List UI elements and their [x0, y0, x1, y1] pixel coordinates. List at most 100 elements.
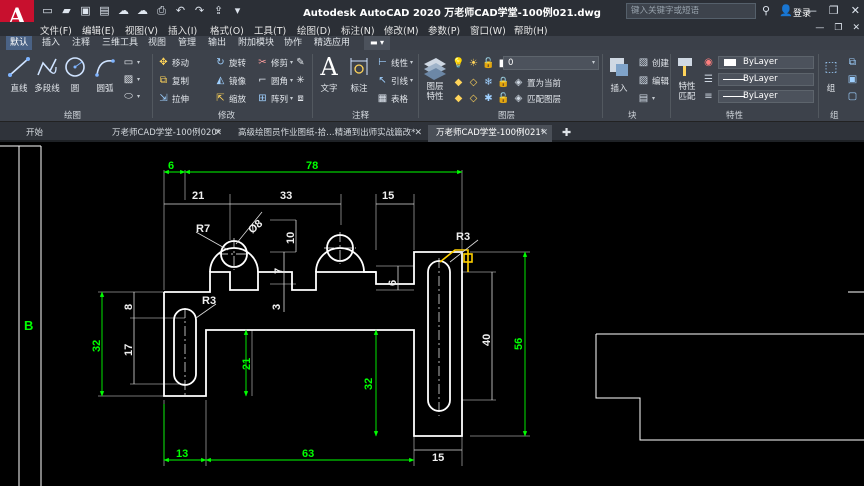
menu-view[interactable]: 视图(V) [125, 23, 158, 37]
table-button[interactable]: ▦ 表格 [376, 91, 408, 106]
tab-addons[interactable]: 附加模块 [234, 36, 278, 50]
redo-icon[interactable]: ↷ [192, 3, 207, 18]
polyline-button[interactable]: 多段线 [32, 54, 62, 94]
menu-insert[interactable]: 插入(I) [168, 23, 197, 37]
doc-close-icon[interactable]: ✕ [852, 23, 860, 33]
dim-32-left: 32 [91, 340, 103, 352]
tab-view[interactable]: 视图 [144, 36, 170, 50]
menu-edit[interactable]: 编辑(E) [82, 23, 114, 37]
linetype-dropdown[interactable]: ByLayer [718, 90, 814, 103]
arc-button[interactable]: 圆弧 [90, 54, 120, 94]
minimize-icon[interactable]: — [806, 4, 817, 17]
menu-dimension[interactable]: 标注(N) [341, 23, 375, 37]
layer-properties-button[interactable]: 图层 特性 [420, 54, 450, 102]
lineweight-icon[interactable]: ☰ [702, 73, 715, 86]
ellipse-tool[interactable]: ⬭ ▾ [122, 89, 140, 104]
doc-tab-021[interactable]: 万老师CAD学堂-100例021* ✕ [428, 125, 552, 142]
stretch-button[interactable]: ⇲ 拉伸 [157, 91, 189, 106]
print-icon[interactable]: ⎙ [154, 3, 169, 18]
tab-default[interactable]: 默认 [6, 36, 33, 50]
copy-button[interactable]: ⧉ 复制 [157, 73, 189, 88]
group-edit-icon[interactable]: ▣ [846, 73, 859, 86]
save-as-icon[interactable]: ▤ [97, 3, 112, 18]
close-icon[interactable]: ✕ [851, 4, 860, 17]
open-folder-icon[interactable]: ▰ [59, 3, 74, 18]
array-button[interactable]: ⊞ 阵列 ▾ [256, 91, 293, 106]
tab-insert[interactable]: 插入 [38, 36, 64, 50]
save-icon[interactable]: ▣ [78, 3, 93, 18]
layer-state-icons[interactable]: 💡 ☀ 🔓 ■ [452, 56, 510, 71]
menu-format[interactable]: 格式(O) [210, 23, 244, 37]
close-tab-icon[interactable]: ✕ [540, 125, 548, 141]
move-button[interactable]: ✥ 移动 [157, 55, 189, 70]
block-group-label: 块 [628, 111, 637, 121]
ribbon-options-icon[interactable]: ▬ ▾ [364, 36, 390, 50]
tab-annotate[interactable]: 注释 [68, 36, 94, 50]
dimension-button[interactable]: 标注 [344, 54, 374, 94]
tab-collaborate[interactable]: 协作 [280, 36, 306, 50]
undo-icon[interactable]: ↶ [173, 3, 188, 18]
menu-modify[interactable]: 修改(M) [384, 23, 419, 37]
rotate-button[interactable]: ↻ 旋转 [214, 55, 246, 70]
color-wheel-icon[interactable]: ◉ [702, 56, 715, 69]
group-select-icon[interactable]: ▢ [846, 90, 859, 103]
doc-minimize-icon[interactable]: — [815, 23, 824, 33]
linear-dim-button[interactable]: ⊢ 线性 ▾ [376, 55, 413, 70]
lineweight-dropdown[interactable]: ByLayer [718, 73, 814, 86]
doc-tab-homework[interactable]: 高级绘图员作业图纸-拾…精通到出师实战篇改* ✕ [230, 125, 426, 142]
new-tab-icon[interactable]: ✚ [562, 126, 571, 139]
drawing-canvas[interactable]: B 6 78 13 63 32 21 32 56 21 33 15 R7 Ø8 … [0, 142, 864, 486]
mirror-button[interactable]: ◭ 镜像 [214, 73, 246, 88]
restore-icon[interactable]: ❐ [829, 4, 839, 17]
model-space[interactable]: B 6 78 13 63 32 21 32 56 21 33 15 R7 Ø8 … [0, 142, 864, 486]
menu-draw[interactable]: 绘图(D) [297, 23, 331, 37]
match-properties-button[interactable]: 特性 匹配 [672, 54, 702, 102]
edit-block-button[interactable]: ▨ 编辑 [637, 73, 669, 88]
offset-tool[interactable]: ⧈ [294, 91, 307, 106]
scale-button[interactable]: ⇱ 缩放 [214, 91, 246, 106]
line-button[interactable]: 直线 [4, 54, 34, 94]
trim-button[interactable]: ✂ 修剪 ▾ [256, 55, 293, 70]
create-block-button[interactable]: ▧ 创建 [637, 55, 669, 70]
color-dropdown[interactable]: ByLayer [718, 56, 814, 69]
menu-file[interactable]: 文件(F) [40, 23, 72, 37]
layer-tools-row2[interactable]: ◆ ◇ ✱ 🔓 ◈ 匹配图层 [452, 91, 561, 106]
doc-tab-020[interactable]: 万老师CAD学堂-100例020* ✕ [104, 125, 226, 142]
tab-featured-apps[interactable]: 精选应用 [310, 36, 354, 50]
fillet-button[interactable]: ⌐ 圆角 ▾ [256, 73, 293, 88]
block-attribute-button[interactable]: ▤ ▾ [637, 91, 655, 106]
close-tab-icon[interactable]: ✕ [214, 125, 222, 141]
explode-tool[interactable]: ✳ [294, 73, 307, 88]
erase-tool[interactable]: ✎ [294, 55, 307, 70]
rectangle-tool[interactable]: ▭ ▾ [122, 55, 140, 70]
layer-tools-row1[interactable]: ◆ ◇ ❄ 🔒 ◈ 置为当前 [452, 75, 561, 90]
hatch-tool[interactable]: ▨ ▾ [122, 72, 140, 87]
tab-3d-tools[interactable]: 三维工具 [98, 36, 142, 50]
layer-dropdown[interactable]: 0 ▾ [503, 56, 599, 70]
ungroup-icon[interactable]: ⧉ [846, 56, 859, 69]
help-search-input[interactable]: 键入关键字或短语 [626, 3, 756, 19]
new-file-icon[interactable]: ▭ [40, 3, 55, 18]
share-icon[interactable]: ⇪ [211, 3, 226, 18]
dimension-icon [346, 54, 372, 80]
linetype-icon[interactable]: ≡ [702, 90, 715, 103]
group-button[interactable]: ⬚ 组 [820, 54, 842, 94]
user-icon[interactable]: 👤 [779, 4, 793, 17]
customize-dropdown-icon[interactable]: ▾ [230, 3, 245, 18]
menu-help[interactable]: 帮助(H) [514, 23, 548, 37]
close-tab-icon[interactable]: ✕ [414, 125, 422, 141]
tab-manage[interactable]: 管理 [174, 36, 200, 50]
menu-window[interactable]: 窗口(W) [470, 23, 506, 37]
circle-button[interactable]: 圆 [60, 54, 90, 94]
cloud-open-icon[interactable]: ☁ [116, 3, 131, 18]
doc-tab-start[interactable]: 开始 [18, 125, 100, 142]
menu-tools[interactable]: 工具(T) [254, 23, 286, 37]
binoculars-icon[interactable]: ⚲ [762, 4, 770, 17]
leader-button[interactable]: ↖ 引线 ▾ [376, 73, 413, 88]
insert-block-button[interactable]: 插入 [604, 54, 634, 94]
doc-restore-icon[interactable]: ❐ [834, 23, 842, 33]
tab-output[interactable]: 输出 [204, 36, 230, 50]
text-button[interactable]: A 文字 [314, 53, 344, 94]
cloud-save-icon[interactable]: ☁ [135, 3, 150, 18]
menu-parametric[interactable]: 参数(P) [428, 23, 460, 37]
